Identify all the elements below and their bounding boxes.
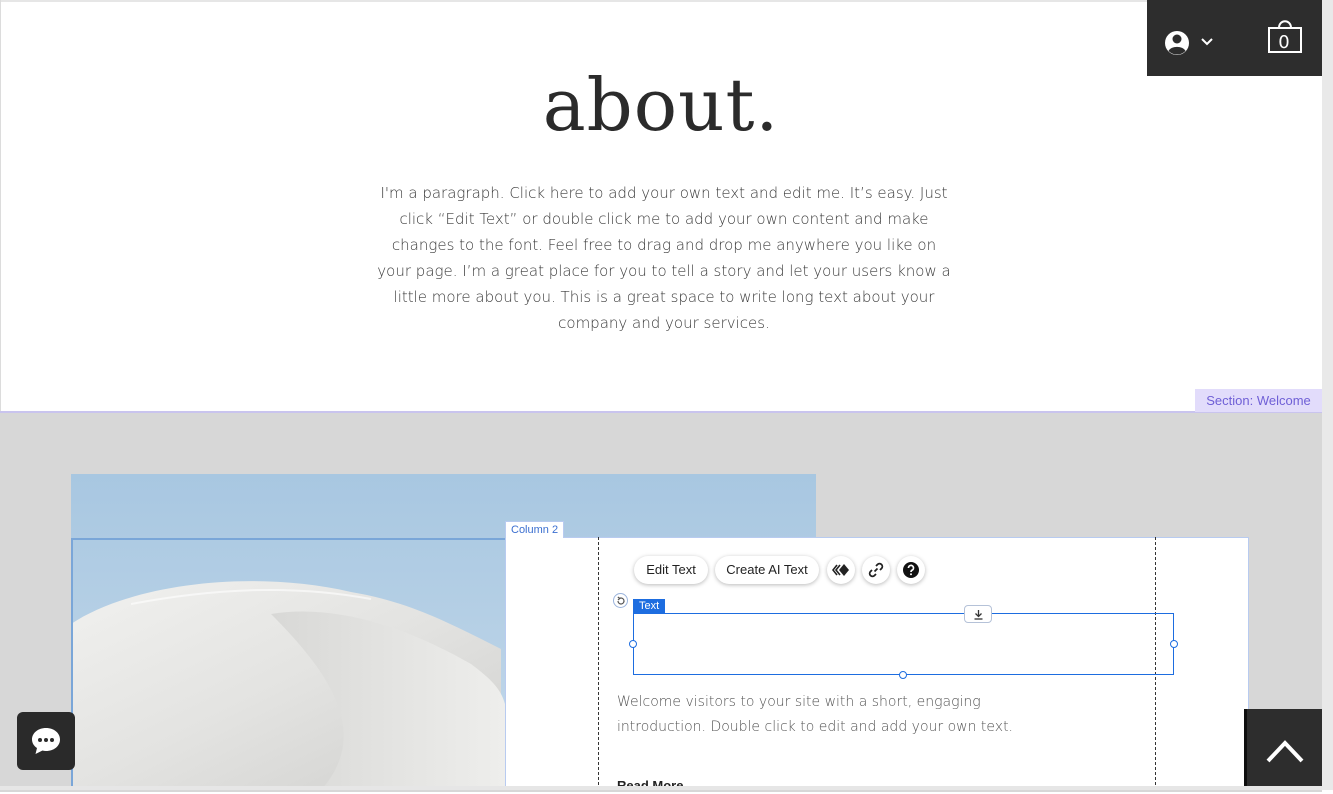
cart-button[interactable]: 0 [1267,18,1303,58]
link-button[interactable] [862,556,890,584]
rotate-icon [617,596,625,605]
create-ai-text-button[interactable]: Create AI Text [715,556,819,584]
editor-frame-top [0,0,1322,2]
user-avatar-icon [1165,31,1213,55]
column-1-outline [71,538,505,790]
resize-handle-bottom[interactable] [899,671,907,679]
welcome-intro-text[interactable]: Welcome visitors to your site with a sho… [617,690,1067,740]
animation-icon [832,564,849,576]
layout-guide-left [598,537,599,790]
selected-element-tag: Text [633,599,666,613]
edit-text-button[interactable]: Edit Text [634,556,708,584]
resize-handle-left[interactable] [629,640,637,648]
about-title[interactable]: about. [0,60,1322,150]
animation-button[interactable] [827,556,855,584]
column-2-label[interactable]: Column 2 [505,521,565,538]
cart-count: 0 [1278,32,1290,53]
editor-scroll-strip[interactable] [1322,0,1333,790]
link-icon [868,562,884,578]
selected-text-element[interactable] [633,613,1174,675]
chat-bubble-icon [32,728,60,754]
back-to-top-button[interactable] [1244,709,1322,790]
rotate-handle[interactable] [613,593,628,608]
section-label[interactable]: Section: Welcome [1195,389,1322,412]
login-button[interactable] [1163,28,1219,58]
chevron-down-icon [1201,38,1213,46]
about-paragraph[interactable]: I'm a paragraph. Click here to add your … [374,180,954,336]
help-button[interactable] [897,556,925,584]
help-icon [903,562,919,578]
download-arrow-icon [974,610,983,620]
resize-handle-right[interactable] [1170,640,1178,648]
chevron-up-icon [1266,740,1304,763]
chat-button[interactable] [17,712,75,770]
stretch-button[interactable] [964,605,992,623]
editor-frame-bottom [0,786,1322,790]
